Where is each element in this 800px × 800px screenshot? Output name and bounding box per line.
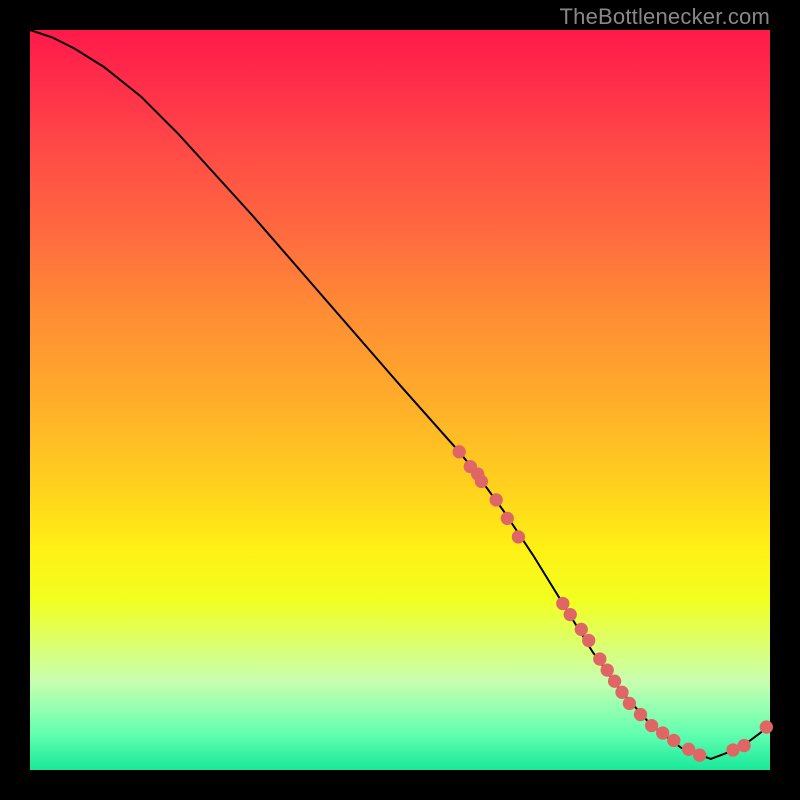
highlight-point bbox=[582, 634, 595, 647]
highlight-point bbox=[667, 734, 680, 747]
highlight-point bbox=[693, 749, 706, 762]
highlight-point bbox=[512, 530, 525, 543]
highlight-point bbox=[615, 686, 628, 699]
highlight-point bbox=[453, 445, 466, 458]
highlight-point bbox=[564, 608, 577, 621]
series-main-curve bbox=[30, 30, 770, 759]
highlight-point bbox=[634, 708, 647, 721]
highlight-point bbox=[490, 493, 503, 506]
highlight-point bbox=[737, 739, 750, 752]
highlight-point bbox=[760, 720, 773, 733]
chart-stage: TheBottlenecker.com bbox=[0, 0, 800, 800]
highlight-point bbox=[608, 675, 621, 688]
highlight-point bbox=[556, 597, 569, 610]
highlight-point bbox=[501, 512, 514, 525]
chart-svg-layer bbox=[30, 30, 770, 770]
highlight-segment-2 bbox=[556, 597, 773, 762]
highlight-point bbox=[593, 652, 606, 665]
highlight-point bbox=[601, 663, 614, 676]
highlight-point bbox=[575, 623, 588, 636]
attribution-text: TheBottlenecker.com bbox=[560, 4, 770, 30]
highlight-point bbox=[623, 697, 636, 710]
highlight-point bbox=[645, 719, 658, 732]
highlight-point bbox=[656, 726, 669, 739]
highlight-segment-1 bbox=[453, 445, 526, 543]
highlight-point bbox=[475, 475, 488, 488]
